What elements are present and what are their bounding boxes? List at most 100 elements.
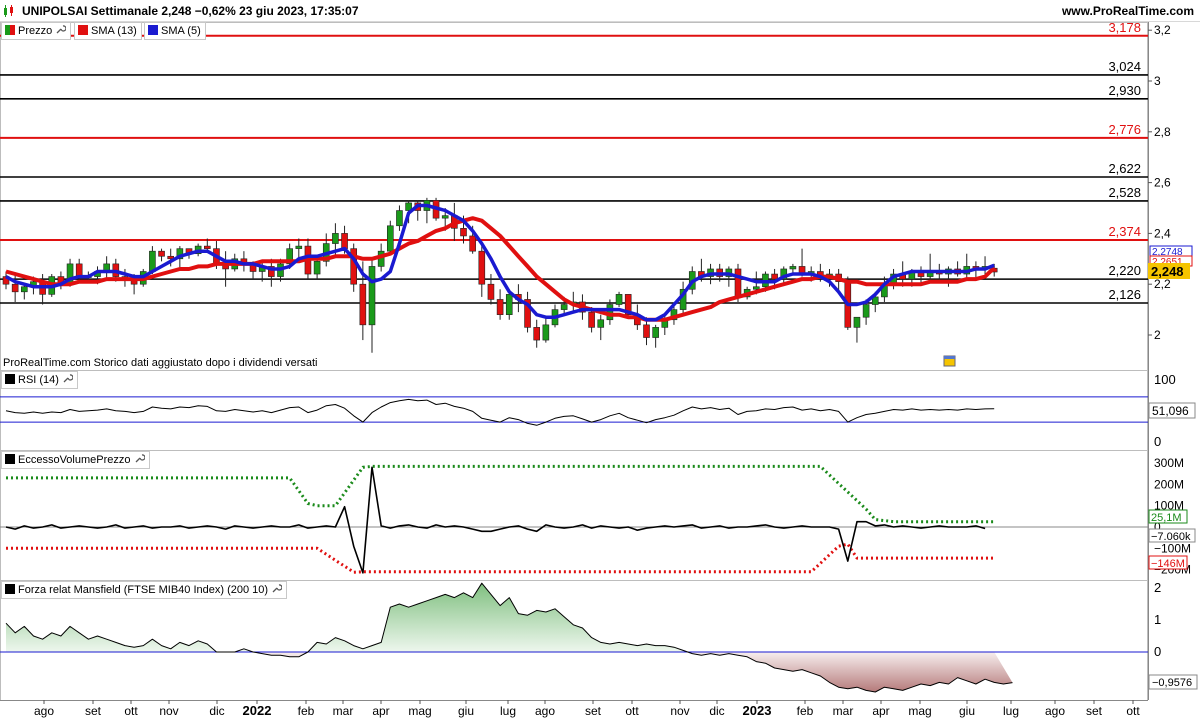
candle-body <box>341 233 348 249</box>
price-swatch-icon <box>5 25 15 35</box>
volume-lower-envelope <box>6 542 995 574</box>
rsi-value-label: 51,096 <box>1152 404 1189 418</box>
x-tick-label: apr <box>872 704 889 718</box>
legend-rsi[interactable]: RSI (14) <box>1 371 78 389</box>
candle-body <box>597 319 605 328</box>
y-tick-label: 2 <box>1154 328 1161 342</box>
candle-body <box>771 273 778 280</box>
wrench-icon[interactable] <box>134 453 145 464</box>
candle-body <box>560 304 568 310</box>
panel-frame <box>0 450 1148 581</box>
candle-body <box>496 299 504 315</box>
x-tick-label: mar <box>333 704 354 718</box>
x-tick-label: giu <box>458 704 474 718</box>
mansfield-negative-area <box>6 652 1013 692</box>
x-tick-label: dic <box>209 704 224 718</box>
candle-body <box>75 263 83 277</box>
volume-upper-envelope <box>6 464 995 524</box>
x-tick-label: apr <box>372 704 389 718</box>
volume-excess-line <box>5 466 986 574</box>
x-tick-label: giu <box>959 704 975 718</box>
x-tick-label: ago <box>34 704 54 718</box>
mansfield-tick-label: 1 <box>1154 612 1161 627</box>
volume-tick-label: 300M <box>1154 456 1184 470</box>
candle-body <box>441 215 449 219</box>
mansfield-swatch-icon <box>5 584 15 594</box>
candle-body <box>386 225 394 252</box>
volume-swatch-icon <box>5 454 15 464</box>
candle-body <box>368 266 376 326</box>
candle-body <box>862 304 870 318</box>
wrench-icon[interactable] <box>62 373 73 384</box>
y-tick-label: 2,6 <box>1154 176 1171 190</box>
candle-body <box>359 283 367 326</box>
candle-body <box>478 250 486 285</box>
level-label: 2,930 <box>1108 83 1141 98</box>
legend-mansfield-label: Forza relat Mansfield (FTSE MIB40 Index)… <box>18 584 269 596</box>
candle-body <box>752 286 760 290</box>
y-tick-label: 2,8 <box>1154 125 1171 139</box>
x-tick-label: dic <box>709 704 724 718</box>
rsi-tick-0: 0 <box>1154 434 1161 449</box>
wrench-icon[interactable] <box>55 24 67 35</box>
candle-body <box>588 311 595 328</box>
legend-price[interactable]: Prezzo <box>1 22 72 40</box>
level-label: 3,024 <box>1108 59 1141 74</box>
wrench-icon[interactable] <box>271 583 283 594</box>
x-tick-label: lug <box>500 704 516 718</box>
calendar-icon-top <box>944 356 955 359</box>
volume-upper-label: 25,1M <box>1151 512 1182 524</box>
candle-body <box>853 316 861 328</box>
mansfield-tick-label: 0 <box>1154 644 1161 659</box>
x-tick-label: set <box>585 704 602 718</box>
candle-body <box>652 327 659 338</box>
rsi-line <box>5 398 995 426</box>
candle-body <box>643 324 650 338</box>
panel-frame <box>0 370 1148 451</box>
candle-body <box>158 250 165 257</box>
mansfield-tick-label: 2 <box>1154 580 1161 595</box>
candle-body <box>469 235 476 252</box>
x-tick-label: mag <box>908 704 931 718</box>
x-tick-label: lug <box>1003 704 1019 718</box>
candle-body <box>734 268 742 298</box>
legend-volume[interactable]: EccessoVolumePrezzo <box>1 451 150 469</box>
rsi-tick-100: 100 <box>1154 372 1176 387</box>
legend-sma5[interactable]: SMA (5) <box>144 22 206 40</box>
legend-volume-label: EccessoVolumePrezzo <box>18 454 131 466</box>
dividend-note: ProRealTime.com Storico dati aggiustato … <box>3 357 318 369</box>
candle-body <box>542 324 550 341</box>
sma5-swatch-icon <box>148 25 158 35</box>
mansfield-value-label: −0,9576 <box>1152 677 1192 689</box>
y-tick-label: 2,4 <box>1154 226 1171 240</box>
candle-body <box>313 261 321 275</box>
level-label: 2,126 <box>1108 287 1141 302</box>
level-label: 3,178 <box>1108 20 1141 35</box>
legend-sma5-label: SMA (5) <box>161 25 201 37</box>
legend-price-label: Prezzo <box>18 25 53 37</box>
level-label: 2,622 <box>1108 161 1141 176</box>
level-label: 2,220 <box>1108 263 1141 278</box>
last-price-label: 2,248 <box>1151 264 1184 279</box>
candle-body <box>533 327 541 341</box>
rsi-swatch-icon <box>5 374 15 384</box>
legend-rsi-label: RSI (14) <box>18 374 59 386</box>
candle-body <box>11 283 19 293</box>
volume-lower-label: −146M <box>1151 558 1185 570</box>
candle-body <box>460 228 467 237</box>
legend-sma13[interactable]: SMA (13) <box>74 22 142 40</box>
x-tick-label: nov <box>670 704 689 718</box>
level-label: 2,776 <box>1108 122 1141 137</box>
candle-body <box>487 283 495 300</box>
volume-tick-label: −100M <box>1154 541 1191 555</box>
x-tick-label: mar <box>833 704 854 718</box>
y-tick-label: 2,2 <box>1154 277 1171 291</box>
legend-mansfield[interactable]: Forza relat Mansfield (FTSE MIB40 Index)… <box>1 581 288 599</box>
candle-body <box>396 210 403 227</box>
calendar-icon <box>943 355 956 367</box>
x-tick-label: mag <box>408 704 431 718</box>
x-tick-label: 2022 <box>243 703 272 718</box>
x-tick-label: ago <box>535 704 555 718</box>
x-tick-label: 2023 <box>743 703 772 718</box>
x-tick-label: ott <box>124 704 138 718</box>
